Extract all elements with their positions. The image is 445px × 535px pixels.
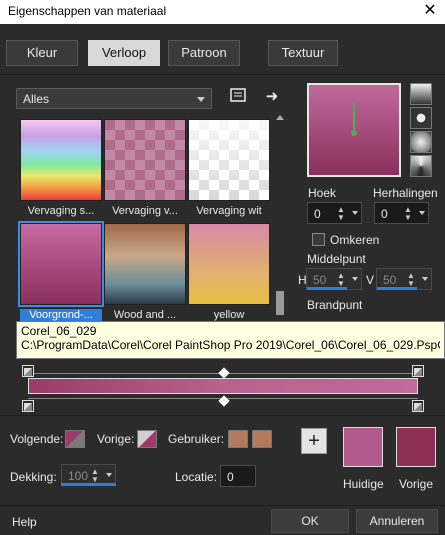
chevron-down-icon[interactable]	[419, 211, 425, 215]
dekking-slider[interactable]	[61, 483, 116, 486]
locatie-field[interactable]: 0	[220, 465, 256, 487]
window-title: Eigenschappen van materiaal	[8, 4, 167, 18]
scrollbar[interactable]	[275, 115, 285, 320]
divider	[0, 415, 445, 416]
title-bar: Eigenschappen van materiaal ✕	[0, 0, 445, 24]
herhalingen-label: Herhalingen	[373, 186, 438, 200]
rectangular-style-button[interactable]	[410, 107, 432, 129]
herhalingen-value: 0	[381, 207, 388, 221]
scroll-up-icon[interactable]	[276, 115, 284, 120]
h-value: 50	[313, 273, 327, 287]
brandpunt-label: Brandpunt	[307, 298, 363, 312]
hoek-field[interactable]: 0 ▲ ▼	[307, 202, 362, 224]
category-select[interactable]: Alles	[16, 88, 212, 109]
huidige-label: Huidige	[343, 477, 384, 491]
chevron-down-icon[interactable]	[106, 473, 112, 477]
gebruiker-swatch-2[interactable]	[252, 430, 272, 448]
color-stop-end[interactable]	[412, 365, 424, 377]
herhalingen-field[interactable]: 0 ▲ ▼	[374, 202, 429, 224]
dekking-value: 100	[68, 469, 89, 483]
vorige-color-swatch[interactable]	[396, 427, 436, 467]
vorige-swatch[interactable]	[137, 430, 157, 448]
color-stop-start[interactable]	[22, 365, 34, 377]
spin-icon[interactable]: ▲ ▼	[91, 468, 101, 484]
arrow-right-icon[interactable]: ➜	[262, 87, 282, 107]
tab-verloop[interactable]: Verloop	[88, 40, 160, 66]
gradient-label: Wood and ...	[113, 309, 177, 321]
gradient-swatch[interactable]	[20, 119, 102, 201]
v-label: V	[366, 273, 375, 287]
add-color-button[interactable]: +	[301, 428, 327, 454]
gradient-swatch[interactable]	[104, 119, 186, 201]
linear-style-button[interactable]	[410, 83, 432, 105]
volgende-swatch[interactable]	[65, 430, 85, 448]
gradient-label: Vervaging wit	[196, 205, 262, 217]
divider	[0, 74, 445, 75]
gradient-label: Voorgrond-...	[20, 309, 102, 321]
gebruiker-label: Gebruiker:	[168, 432, 225, 446]
spin-icon[interactable]: ▲ ▼	[337, 206, 347, 222]
gradient-grid: Vervaging s... Vervaging v... Vervaging …	[16, 115, 272, 325]
opacity-stop-start[interactable]	[22, 400, 34, 412]
hoek-value: 0	[314, 207, 321, 221]
opacity-stop-end[interactable]	[412, 400, 424, 412]
omkeren-checkbox[interactable]	[312, 233, 325, 246]
gradient-label: yellow	[213, 309, 245, 321]
category-select-value: Alles	[23, 92, 50, 106]
gebruiker-swatch-1[interactable]	[228, 430, 248, 448]
tooltip-path: C:\ProgramData\Corel\Corel PaintShop Pro…	[21, 338, 440, 352]
locatie-value: 0	[227, 470, 234, 484]
gradient-swatch[interactable]	[188, 119, 270, 201]
sunburst-style-button[interactable]	[410, 155, 432, 177]
tab-patroon[interactable]: Patroon	[168, 40, 240, 66]
vorige-color-label: Vorige	[399, 477, 434, 491]
close-icon[interactable]: ✕	[421, 1, 439, 21]
chevron-down-icon[interactable]	[352, 277, 358, 281]
gradient-swatch[interactable]	[188, 223, 270, 305]
locatie-label: Locatie:	[175, 470, 218, 484]
footer: Help OK Annuleren	[0, 505, 445, 535]
gradient-preview[interactable]	[307, 83, 401, 177]
cancel-button[interactable]: Annuleren	[356, 509, 438, 533]
spin-icon[interactable]: ▲ ▼	[404, 206, 414, 222]
gradient-swatch[interactable]	[104, 223, 186, 305]
gradient-bar[interactable]	[28, 378, 418, 394]
middelpunt-label: Middelpunt	[307, 252, 366, 266]
tab-textuur[interactable]: Textuur	[268, 40, 338, 66]
dekking-label: Dekking:	[10, 470, 57, 484]
library-icon[interactable]	[228, 88, 248, 108]
gradient-swatch-selected[interactable]	[18, 221, 104, 307]
help-link[interactable]: Help	[12, 515, 37, 529]
hoek-label: Hoek	[308, 186, 337, 200]
volgende-label: Volgende:	[10, 432, 64, 446]
spin-icon[interactable]: ▲ ▼	[407, 272, 417, 288]
gradient-label: Vervaging s...	[27, 205, 95, 217]
tab-kleur[interactable]: Kleur	[6, 40, 78, 66]
ok-button[interactable]: OK	[271, 509, 349, 533]
h-slider[interactable]	[307, 287, 347, 290]
gradient-label: Vervaging v...	[112, 205, 178, 217]
huidige-swatch[interactable]	[343, 427, 383, 467]
omkeren-label: Omkeren	[330, 233, 380, 247]
chevron-down-icon[interactable]	[352, 211, 358, 215]
vorige-label: Vorige:	[97, 432, 135, 446]
spin-icon[interactable]: ▲ ▼	[337, 272, 347, 288]
radial-style-button[interactable]	[410, 131, 432, 153]
tooltip-title: Corel_06_029	[21, 324, 97, 338]
chevron-down-icon	[197, 97, 205, 102]
v-value: 50	[383, 273, 397, 287]
scroll-thumb[interactable]	[276, 291, 284, 315]
v-slider[interactable]	[377, 287, 417, 290]
chevron-down-icon[interactable]	[422, 277, 428, 281]
midpoint-marker[interactable]	[218, 367, 230, 379]
tooltip: Corel_06_029 C:\ProgramData\Corel\Corel …	[16, 321, 445, 359]
